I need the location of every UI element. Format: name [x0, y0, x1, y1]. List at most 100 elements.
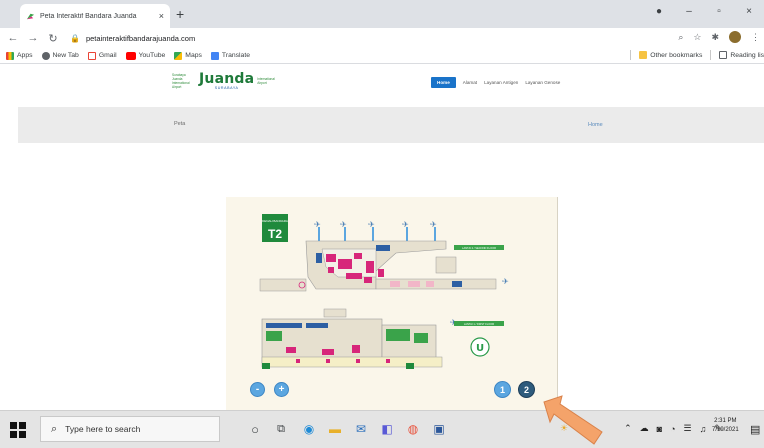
bookmark-new-tab[interactable]: New Tab — [41, 51, 79, 60]
floor-2-button[interactable]: 2 — [518, 381, 535, 398]
bookmark-youtube[interactable]: YouTube — [125, 51, 165, 60]
lock-icon[interactable]: 🔒 — [70, 34, 80, 43]
nav-layanan-antigen[interactable]: Layanan Antigen — [484, 80, 518, 85]
chrome-icon[interactable]: ◍ — [404, 420, 422, 438]
web-page: Surabaya Juanda International Airport Ju… — [0, 64, 764, 410]
window-controls: ● – ▫ × — [644, 6, 764, 17]
address-bar[interactable]: 🔒 petainteraktifbandarajuanda.com — [62, 30, 662, 46]
floor1-label: LANTAI 1 / FIRST FLOOR — [464, 322, 494, 326]
site-nav: Home Alamat Layanan Antigen Layanan Geno… — [431, 77, 560, 88]
cortana-icon[interactable]: ○ — [246, 420, 264, 438]
clock-date: 7/19/2021 — [712, 427, 739, 433]
profile-dot-icon[interactable]: ● — [644, 6, 674, 17]
bookmarks-right: Other bookmarks Reading lis — [630, 50, 764, 60]
whiteboard-icon[interactable]: ◧ — [378, 420, 396, 438]
other-bookmarks-label: Other bookmarks — [650, 51, 703, 59]
onedrive-icon[interactable]: ☁ — [640, 423, 649, 434]
bookmark-maps[interactable]: Maps — [174, 51, 202, 60]
bookmark-apps[interactable]: Apps — [6, 51, 33, 60]
jet-bridges — [318, 227, 436, 241]
svg-text:✈: ✈ — [402, 220, 409, 229]
notification-icon[interactable]: ▤ — [750, 423, 760, 436]
bookmarks-bar: Apps New Tab Gmail YouTube Maps Translat… — [0, 48, 764, 64]
floor2-info-zone — [452, 281, 462, 287]
word-icon[interactable]: ▣ — [430, 420, 448, 438]
taskbar-clock[interactable]: 2:31 PM 7/19/2021 — [712, 417, 739, 435]
close-window-button[interactable]: × — [734, 6, 764, 17]
terminal-badge-t2: T2 — [268, 227, 282, 241]
floor1-tower — [323, 308, 347, 318]
nav-layanan-genose[interactable]: Layanan Genose — [525, 80, 560, 85]
juanda-logo[interactable]: Surabaya Juanda International Airport Ju… — [172, 72, 281, 90]
mail-icon[interactable]: ✉ — [352, 420, 370, 438]
svg-text:✈: ✈ — [314, 220, 321, 229]
breadcrumb-home-link[interactable]: Home — [588, 122, 603, 128]
logo-word: Juanda — [199, 71, 255, 87]
logo-main: Juanda SURABAYA — [199, 72, 254, 90]
edge-icon[interactable]: ◉ — [300, 420, 318, 438]
bookmark-label: Gmail — [98, 52, 117, 59]
youtube-icon — [125, 51, 136, 60]
bookmark-label: Maps — [185, 52, 202, 59]
maximize-button[interactable]: ▫ — [704, 6, 734, 17]
site-header: Surabaya Juanda International Airport Ju… — [0, 64, 764, 106]
page-title: Peta — [174, 121, 186, 127]
volume-icon[interactable]: ♫ — [700, 424, 707, 434]
taskbar-search-placeholder[interactable]: Type here to search — [65, 424, 140, 434]
logo-left-text: Surabaya Juanda International Airport — [172, 73, 190, 89]
network-icon[interactable]: ◔ — [670, 424, 675, 434]
svg-text:✈: ✈ — [430, 220, 437, 229]
new-tab-button[interactable]: + — [176, 7, 184, 21]
bookmark-gmail[interactable]: Gmail — [87, 51, 117, 60]
menu-icon[interactable]: ⋮ — [751, 32, 760, 43]
tab-strip: Peta Interaktif Bandara Juanda × + ● – ▫… — [0, 0, 764, 28]
profile-avatar-icon[interactable] — [729, 31, 741, 43]
other-bookmarks[interactable]: Other bookmarks — [639, 51, 702, 59]
browser-toolbar: ← → ↻ 🔒 petainteraktifbandarajuanda.com … — [0, 28, 764, 48]
forward-arrow-icon[interactable]: → — [26, 32, 40, 44]
minimize-button[interactable]: – — [674, 6, 704, 17]
site-favicon-icon — [26, 13, 35, 19]
windows-start-icon[interactable] — [10, 422, 26, 438]
star-icon[interactable]: ☆ — [693, 32, 701, 43]
file-explorer-icon[interactable]: ▬ — [326, 420, 344, 438]
back-arrow-icon[interactable]: ← — [6, 32, 20, 44]
taskbar-search[interactable]: ⌕ Type here to search — [40, 416, 220, 442]
bookmark-label: Translate — [221, 52, 251, 59]
u-logo-glyph: U — [476, 343, 484, 354]
highlight-arrow-icon — [543, 395, 603, 445]
clock-time: 2:31 PM — [714, 418, 737, 424]
translate-icon — [210, 51, 219, 60]
task-view-icon[interactable]: ⧉ — [272, 420, 290, 438]
airport-map[interactable]: DENAH BANDARA T2 ✈✈✈✈✈✈✈✈ — [226, 197, 558, 410]
logo-right-text: International Airport — [257, 77, 275, 85]
tab-title: Peta Interaktif Bandara Juanda — [40, 12, 137, 20]
tray-chevron-icon[interactable]: ⌃ — [624, 423, 632, 434]
tab-close-icon[interactable]: × — [159, 11, 164, 21]
reading-list-label: Reading lis — [730, 51, 764, 59]
reload-icon[interactable]: ↻ — [46, 32, 60, 45]
nav-home[interactable]: Home — [431, 77, 456, 88]
zoom-search-icon[interactable]: ⌕ — [678, 32, 683, 43]
zoom-in-button[interactable]: + — [274, 382, 289, 397]
reading-list-icon — [719, 51, 728, 59]
floor2-pink-zones — [390, 281, 434, 287]
bookmark-separator — [630, 50, 632, 60]
extensions-icon[interactable]: ✱ — [711, 32, 719, 43]
wifi-icon[interactable]: ☰ — [684, 423, 692, 434]
zoom-out-button[interactable]: - — [250, 382, 265, 397]
bookmark-label: New Tab — [52, 52, 79, 59]
svg-text:✈: ✈ — [368, 220, 375, 229]
reading-list[interactable]: Reading lis — [719, 51, 764, 59]
bookmark-translate[interactable]: Translate — [210, 51, 251, 60]
url-text[interactable]: petainteraktifbandarajuanda.com — [86, 34, 195, 43]
windows-taskbar: ⌕ Type here to search ○ ⧉ ◉ ▬ ✉ ◧ ◍ ▣ ☀ … — [0, 410, 764, 448]
camera-icon[interactable]: ◙ — [657, 424, 662, 434]
nav-alamat[interactable]: Alamat — [463, 80, 477, 85]
maps-icon — [174, 51, 183, 60]
floor2-label: LANTAI 2 / SECOND FLOOR — [462, 246, 496, 250]
floor-1-button[interactable]: 1 — [494, 381, 511, 398]
floor2-east-wing — [435, 256, 457, 274]
bookmark-separator — [710, 50, 712, 60]
browser-tab[interactable]: Peta Interaktif Bandara Juanda × — [20, 4, 170, 28]
